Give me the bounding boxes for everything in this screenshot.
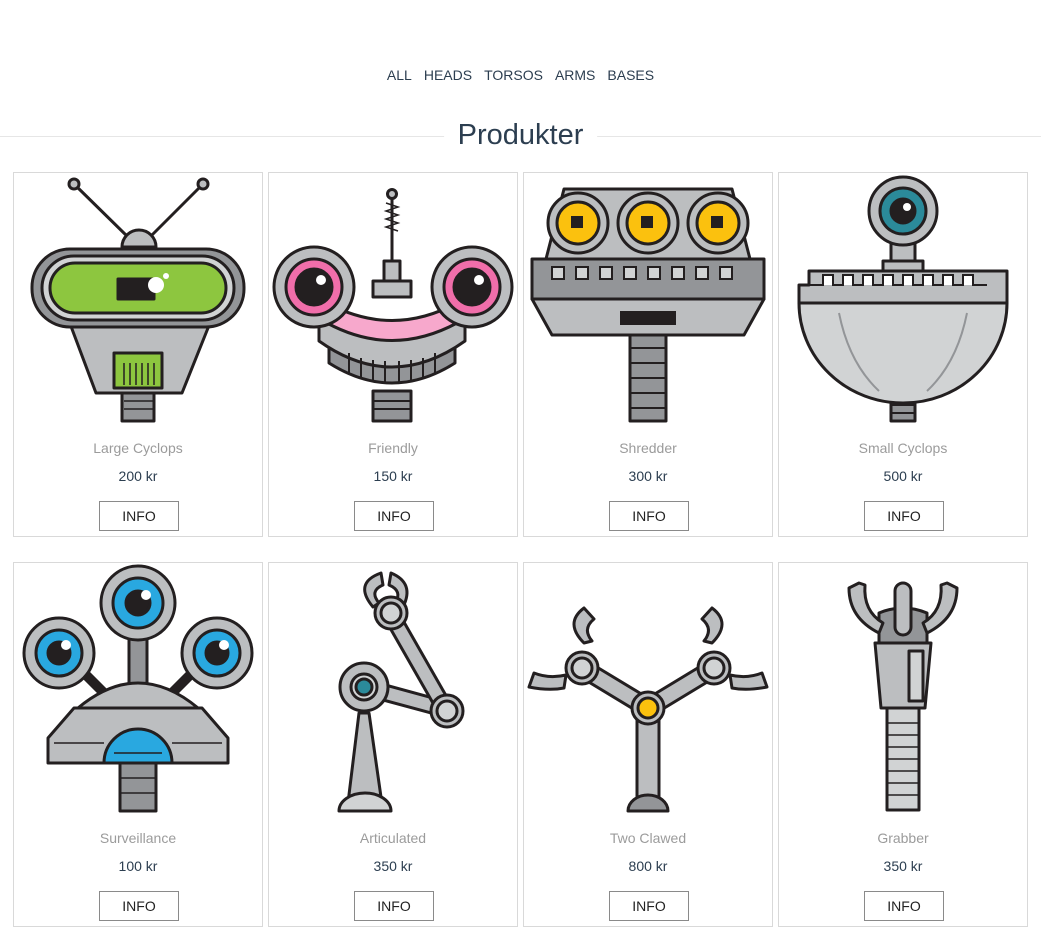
page-heading: Produkter: [0, 116, 1041, 156]
info-button[interactable]: INFO: [354, 891, 434, 921]
product-price: 800 kr: [628, 858, 668, 874]
info-button[interactable]: INFO: [864, 501, 944, 531]
product-name: Small Cyclops: [858, 440, 948, 456]
product-card: Grabber 350 kr INFO: [778, 562, 1028, 927]
friendly-icon: [269, 173, 517, 428]
product-name: Friendly: [368, 440, 418, 456]
info-button[interactable]: INFO: [609, 891, 689, 921]
product-price: 200 kr: [118, 468, 158, 484]
grabber-icon: [779, 563, 1027, 818]
product-card: Large Cyclops 200 kr INFO: [13, 172, 263, 537]
product-price: 150 kr: [373, 468, 413, 484]
info-button[interactable]: INFO: [864, 891, 944, 921]
info-button[interactable]: INFO: [609, 501, 689, 531]
product-name: Two Clawed: [609, 830, 687, 846]
product-name: Large Cyclops: [93, 440, 183, 456]
product-card: Small Cyclops 500 kr INFO: [778, 172, 1028, 537]
large-cyclops-icon: [14, 173, 262, 428]
product-card: Surveillance 100 kr INFO: [13, 562, 263, 927]
shredder-icon: [524, 173, 772, 428]
surveillance-icon: [14, 563, 262, 818]
product-name: Articulated: [359, 830, 427, 846]
product-price: 350 kr: [373, 858, 413, 874]
category-nav: ALL HEADS TORSOS ARMS BASES: [0, 66, 1041, 84]
info-button[interactable]: INFO: [99, 891, 179, 921]
nav-torsos[interactable]: TORSOS: [478, 66, 549, 84]
nav-heads[interactable]: HEADS: [418, 66, 478, 84]
product-price: 300 kr: [628, 468, 668, 484]
product-card: Shredder 300 kr INFO: [523, 172, 773, 537]
product-card: Friendly 150 kr INFO: [268, 172, 518, 537]
info-button[interactable]: INFO: [99, 501, 179, 531]
product-price: 350 kr: [883, 858, 923, 874]
product-name: Shredder: [619, 440, 677, 456]
articulated-icon: [269, 563, 517, 818]
two-clawed-icon: [524, 563, 772, 818]
product-name: Grabber: [877, 830, 929, 846]
product-card: Articulated 350 kr INFO: [268, 562, 518, 927]
product-name: Surveillance: [99, 830, 177, 846]
small-cyclops-icon: [779, 173, 1027, 428]
product-price: 100 kr: [118, 858, 158, 874]
nav-bases[interactable]: BASES: [601, 66, 660, 84]
info-button[interactable]: INFO: [354, 501, 434, 531]
nav-all[interactable]: ALL: [381, 66, 418, 84]
nav-arms[interactable]: ARMS: [549, 66, 601, 84]
product-price: 500 kr: [883, 468, 923, 484]
page-title: Produkter: [443, 118, 598, 152]
product-card: Two Clawed 800 kr INFO: [523, 562, 773, 927]
